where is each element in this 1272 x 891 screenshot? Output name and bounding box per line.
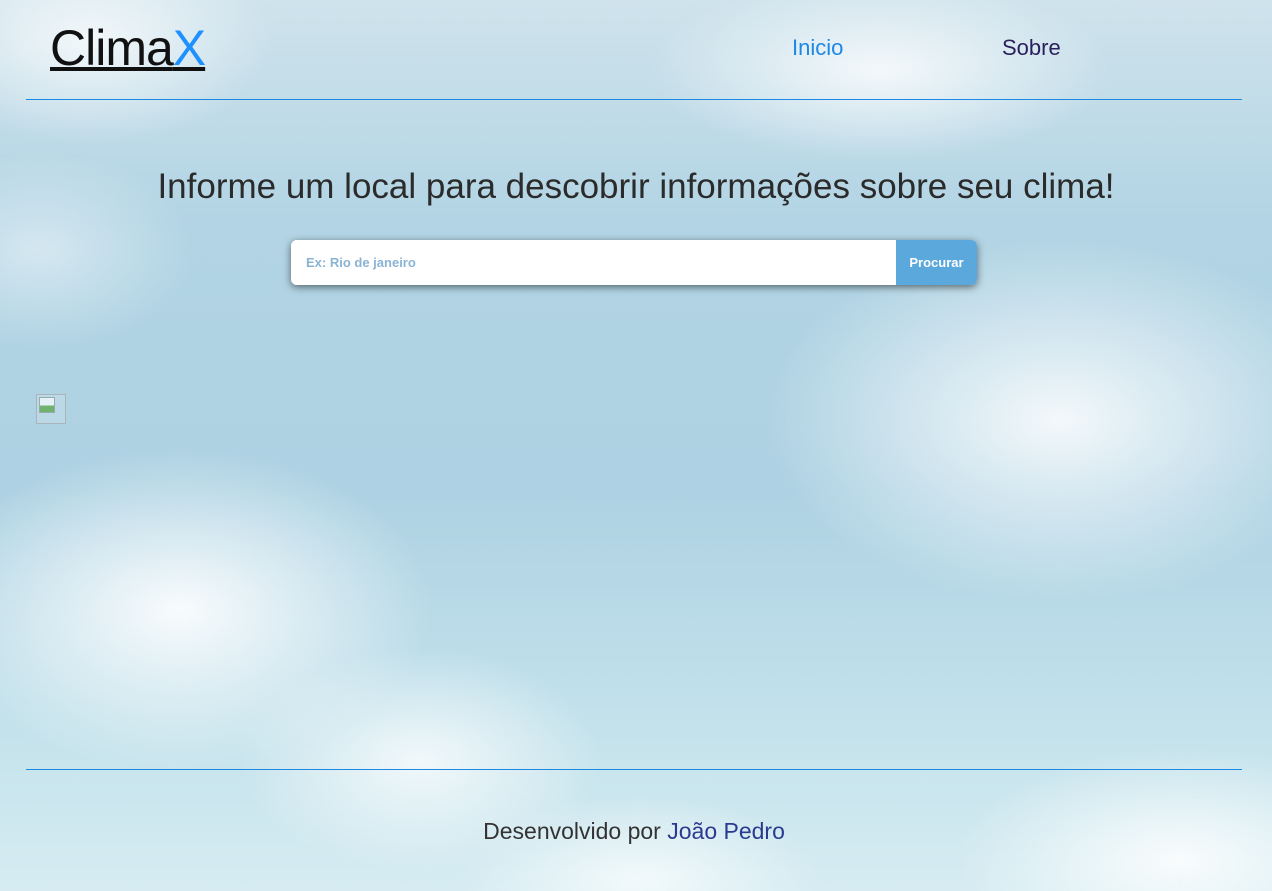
logo-main: Clima	[50, 20, 174, 76]
nav-link-sobre[interactable]: Sobre	[1002, 34, 1061, 62]
nav-link-inicio[interactable]: Inicio	[792, 34, 843, 62]
page-headline: Informe um local para descobrir informaç…	[157, 167, 1115, 206]
search-form: Procurar	[291, 240, 977, 285]
site-footer: Desenvolvido por João Pedro	[26, 769, 1242, 891]
logo[interactable]: ClimaX	[50, 20, 206, 76]
broken-image-icon	[36, 394, 66, 424]
footer-author-link[interactable]: João Pedro	[667, 818, 785, 844]
footer-credit: Desenvolvido por João Pedro	[26, 817, 1242, 845]
image-placeholder-glyph	[39, 397, 55, 413]
logo-accent: X	[172, 20, 206, 76]
site-header: ClimaX Inicio Sobre	[26, 0, 1242, 100]
search-button[interactable]: Procurar	[896, 240, 977, 285]
footer-credit-prefix: Desenvolvido por	[483, 818, 661, 844]
location-search-input[interactable]	[291, 240, 896, 285]
